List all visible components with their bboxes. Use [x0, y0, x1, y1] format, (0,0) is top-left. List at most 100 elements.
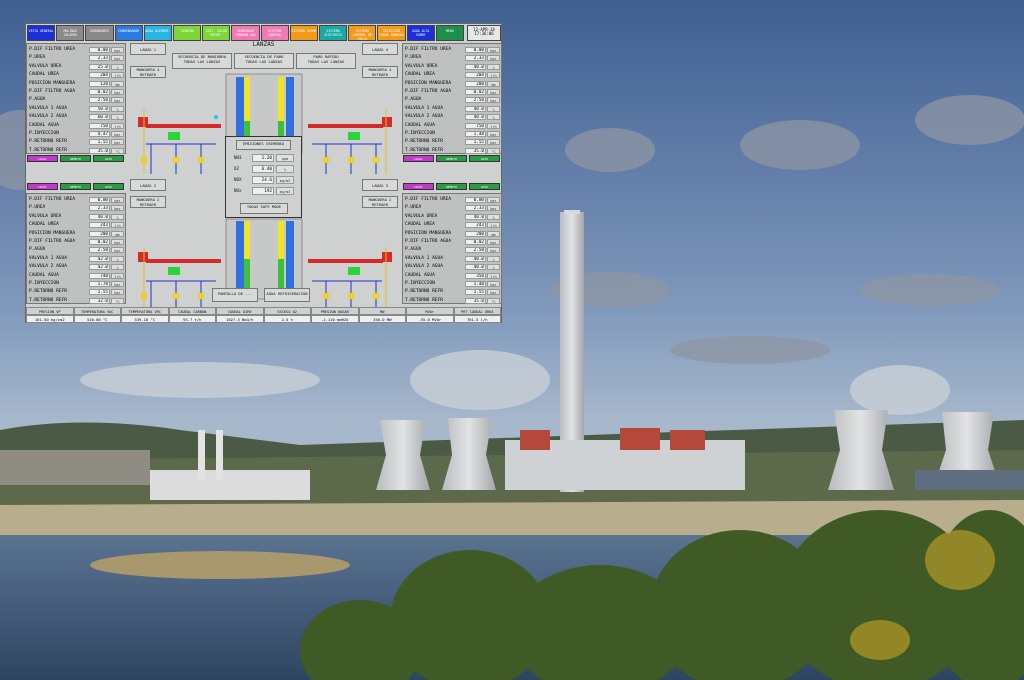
row-value: 350	[465, 272, 486, 279]
menu-button-1[interactable]: MOLINOS CALDERA	[56, 25, 85, 41]
row-value: 204	[465, 72, 486, 79]
row-label: P.INYECCION	[405, 131, 435, 136]
row-label: T.RETORNO REFR	[405, 147, 443, 153]
row-unit: %	[111, 63, 124, 70]
mode-chip[interactable]: LOCAL	[27, 155, 58, 162]
menu-button-8[interactable]: SISTEMA CONTROL	[260, 25, 289, 41]
row-value: 1.55	[465, 289, 486, 296]
menu-button-14[interactable]: MENÚ	[435, 25, 464, 41]
row-label: P.AGUA	[405, 247, 422, 253]
row-label: CAUDAL UREA	[405, 222, 435, 228]
status-header: EXCESO O2	[263, 307, 311, 315]
mode-chip[interactable]: AUTO	[93, 183, 124, 190]
row-value: 32.0	[89, 297, 110, 304]
status-header: CAUDAL CARBON	[168, 307, 216, 315]
lanza-1-button[interactable]: LANZA 1	[130, 43, 166, 55]
row-unit: bar	[487, 289, 500, 296]
menu-button-11[interactable]: SISTEMA CONTROL DE FALLA	[348, 25, 377, 41]
row-label: VALVULA UREA	[405, 213, 438, 219]
emission-unit: mg/m3	[276, 176, 294, 184]
row-value: 1.48	[465, 131, 486, 137]
row-value: 204	[89, 72, 110, 79]
menu-button-5[interactable]: TURBINA	[173, 25, 202, 41]
row-unit: l/h	[111, 222, 124, 229]
row-value: 750	[465, 122, 486, 129]
paro-rapido-sub: TODAS LAS LANZAS	[307, 59, 345, 64]
row-value: 1.48	[465, 281, 486, 287]
row-label: POSICION MANGUERA	[29, 80, 76, 86]
row-label: VALVULA UREA	[405, 63, 438, 69]
mode-chip[interactable]: AUTO	[469, 183, 500, 190]
emissions-box: EMISIONES CHIMENEA NH3 1.20 ppm O2 6.40% NOX 2…	[225, 136, 302, 218]
row-value: 1.78	[89, 281, 110, 287]
pantalla-button[interactable]: PANTALLA DE ...	[212, 288, 258, 302]
row-value: 2.50	[89, 97, 110, 104]
mode-chip[interactable]: REMOTO	[436, 155, 467, 162]
row-value: 200	[465, 230, 486, 237]
row-unit: bar	[111, 89, 124, 95]
mode-chip[interactable]: LOCAL	[403, 155, 434, 162]
row-unit: %	[487, 114, 500, 121]
mode-chip[interactable]: REMOTO	[436, 183, 467, 190]
row-label: T.RETORNO REFR	[29, 297, 67, 303]
menu-button-13[interactable]: AGUA ALTA SOBRE	[406, 25, 435, 41]
mode-chip[interactable]: REMOTO	[60, 155, 91, 162]
row-label: P.DIF FILTRO UREA	[29, 47, 76, 52]
safe-mode-button[interactable]: TODAS SAFE MODE	[240, 203, 288, 214]
row-value: 35.0	[465, 297, 486, 304]
row-value: 0.02	[89, 89, 110, 95]
row-label: POSICION MANGUERA	[29, 230, 76, 236]
agua-refrigeracion-button[interactable]: AGUA REFRIGERACION	[264, 288, 310, 302]
lanza-4-button[interactable]: LANZA 4	[362, 43, 398, 55]
row-value: 120	[89, 80, 110, 87]
menu-button-7[interactable]: GENERADOR TURBINA GAS	[231, 25, 260, 41]
menu-button-10[interactable]: SISTEMA ELÉCTRICO	[319, 25, 348, 41]
row-label: CAUDAL AGUA	[29, 272, 59, 278]
row-value: 40.0	[465, 255, 486, 262]
row-unit: l/h	[487, 122, 500, 129]
row-unit: bar	[487, 197, 500, 203]
panel-lanza-2-values: P.DIF FILTRO UREA 0.00 bar P.UREA 2.33 bar VAL…	[26, 193, 126, 304]
panel-lanza-1-values: P.DIF FILTRO UREA 0.00 bar P.UREA 2.33 bar VAL…	[26, 43, 126, 154]
seq-paro-button[interactable]: SECUENCIA DE PARO TODAS LAS LANZAS	[234, 53, 294, 69]
status-value: -2.116 mmH2O	[311, 315, 359, 323]
menu-button-6[interactable]: SIST. CALOR RECUP.	[202, 25, 231, 41]
row-label: P.DIF FILTRO AGUA	[29, 239, 76, 244]
emission-label: NOx	[234, 188, 242, 193]
row-value: 200	[89, 230, 110, 237]
row-unit: bar	[111, 281, 124, 287]
status-value: 101.50 kg/cm2	[26, 315, 74, 323]
status-value: 510.00 °C	[73, 315, 121, 323]
row-value: 750	[89, 122, 110, 129]
emission-unit: %	[276, 165, 294, 173]
row-value: 0.02	[465, 239, 486, 245]
menu-button-3[interactable]: CONDENSADOR	[114, 25, 143, 41]
menu-button-2[interactable]: QUEMADORES	[85, 25, 114, 41]
row-value: 2.33	[465, 55, 486, 62]
row-unit: mm	[487, 80, 500, 87]
menu-button-9[interactable]: SISTEMA VAPOR	[289, 25, 318, 41]
mode-chip[interactable]: LOCAL	[403, 183, 434, 190]
emission-value: 192	[252, 187, 274, 195]
row-value: 0.02	[89, 239, 110, 245]
mode-chip[interactable]: AUTO	[93, 155, 124, 162]
status-header: PRESION VP	[26, 307, 74, 315]
row-value: 40.0	[465, 105, 486, 112]
mode-chip[interactable]: LOCAL	[27, 183, 58, 190]
menu-button-0[interactable]: VISTA GENERAL	[27, 25, 56, 41]
row-value: 40.0	[465, 264, 486, 271]
paro-rapido-button[interactable]: PARO RAPIDO TODAS LAS LANZAS	[296, 53, 356, 69]
status-value: 2.5 %	[263, 315, 311, 323]
status-header: TEMPERATURA VAC	[73, 307, 121, 315]
mode-chip[interactable]: AUTO	[469, 155, 500, 162]
menu-button-4[interactable]: AGUA ALIMENT.	[143, 25, 172, 41]
row-value: 0.02	[465, 89, 486, 95]
row-label: VALVULA 1 AGUA	[405, 105, 443, 111]
seq-maniobra-button[interactable]: SECUENCIA DE MANIOBRA TODAS LAS LANZAS	[172, 53, 232, 69]
mode-chip[interactable]: REMOTO	[60, 183, 91, 190]
emission-value: 24.6	[252, 176, 274, 184]
row-value: 4.47	[89, 131, 110, 137]
menu-button-12[interactable]: SELECCIÓN CARGA TURBINA	[377, 25, 406, 41]
row-label: P.INYECCION	[29, 281, 59, 286]
row-unit: bar	[487, 205, 500, 212]
